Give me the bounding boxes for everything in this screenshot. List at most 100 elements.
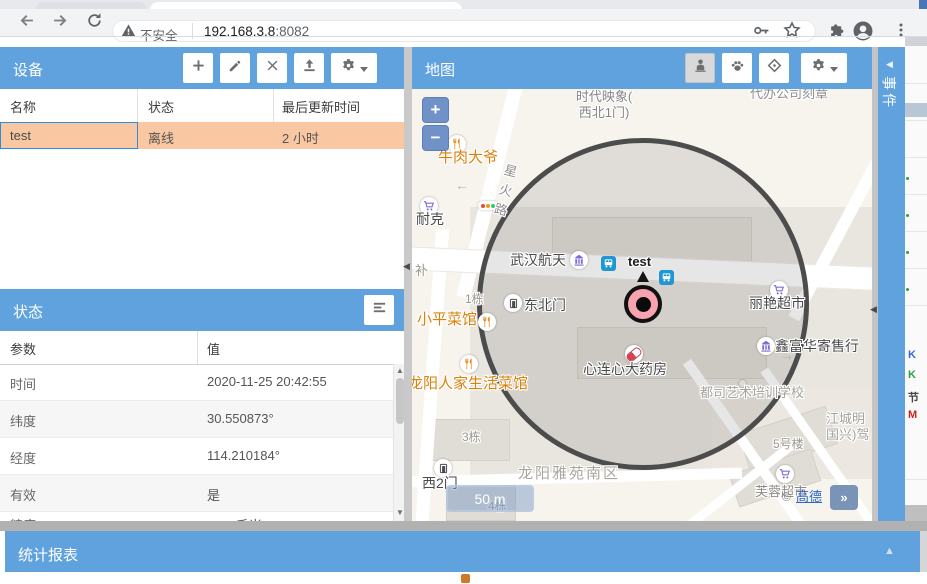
paw-icon: [730, 58, 745, 78]
browser-toolbar: 不安全 192.168.3.8:8082: [0, 9, 927, 36]
selected-cell-outline: [0, 122, 138, 149]
sliver-band: [905, 37, 927, 46]
scroll-up-icon[interactable]: ▲: [396, 367, 404, 375]
status-row-lat: 纬度 30.550873°: [0, 401, 393, 438]
marker-dot: [636, 297, 651, 312]
clipped-poi-icon: [461, 574, 470, 583]
device-panel-title: 设备: [13, 59, 43, 80]
sliver-selected-row: [905, 103, 927, 117]
amap-attribution-link[interactable]: 高德: [796, 489, 822, 505]
device-settings-button[interactable]: [331, 53, 377, 83]
collapse-right-icon[interactable]: ◀: [870, 305, 877, 314]
device-marker[interactable]: [624, 285, 662, 323]
bus-stop-icon: [659, 270, 674, 285]
expand-events-icon[interactable]: ◀: [886, 59, 893, 70]
bookmark-star-icon[interactable]: [783, 21, 801, 44]
reload-icon[interactable]: [86, 12, 103, 34]
password-key-icon[interactable]: [753, 22, 770, 44]
status-row-time: 时间 2020-11-25 20:42:55: [0, 364, 393, 401]
add-device-button[interactable]: [183, 53, 213, 83]
expand-reports-icon[interactable]: ▲: [884, 545, 895, 557]
events-panel-collapsed[interactable]: ◀: [878, 47, 905, 521]
map-scale-bar: 50 m: [446, 485, 534, 512]
upload-icon: [302, 58, 317, 78]
left-map-splitter[interactable]: ◀: [404, 47, 412, 521]
sliver-letter: K: [908, 349, 916, 361]
extensions-puzzle-icon[interactable]: [829, 22, 846, 44]
status-panel-header: 状态: [0, 289, 404, 331]
bottom-white-strip: [0, 572, 927, 584]
zoom-out-button[interactable]: −: [422, 125, 449, 151]
bottom-splitter[interactable]: [0, 521, 927, 531]
status-row-lon: 经度 114.210184°: [0, 438, 393, 475]
collapse-left-icon[interactable]: ◀: [403, 262, 410, 271]
device-table-header: 名称 状态 最后更新时间: [0, 89, 404, 123]
device-status-cell[interactable]: 离线: [148, 128, 174, 147]
cross-icon: [266, 59, 279, 77]
pencil-icon: [228, 59, 242, 78]
device-panel-header: 设备: [0, 47, 404, 89]
map-poi-label: 丽艳超市: [749, 295, 805, 312]
map-settings-button[interactable]: [801, 53, 847, 83]
map-poi-label: 耐克: [416, 211, 444, 228]
zoom-in-button[interactable]: +: [422, 97, 449, 123]
upload-button[interactable]: [294, 53, 324, 83]
scrollbar-thumb[interactable]: [396, 378, 404, 424]
map-poi-label: 1栋: [465, 292, 484, 306]
geofence-target-button[interactable]: [759, 53, 789, 83]
status-scrollbar[interactable]: ▲ ▼: [393, 364, 404, 521]
scroll-down-icon[interactable]: ▼: [396, 509, 404, 517]
status-value: 114.210184°: [207, 448, 280, 463]
events-panel-title[interactable]: 事件: [879, 76, 899, 110]
back-icon[interactable]: [18, 12, 35, 34]
edit-device-button[interactable]: [220, 53, 250, 83]
device-col-status[interactable]: 状态: [148, 97, 174, 116]
map-poi-label: 牛肉大爷: [438, 149, 498, 167]
status-value: 2020-11-25 20:42:55: [207, 374, 327, 389]
gear-icon: [811, 58, 826, 78]
device-table-row[interactable]: test 离线 2 小时: [0, 122, 404, 149]
sliver-letter: K: [908, 369, 916, 381]
status-panel-title: 状态: [13, 301, 43, 322]
screen: 不安全 192.168.3.8:8082 设备: [0, 0, 927, 584]
shop-cart-icon: [776, 465, 794, 483]
sliver-band: [905, 505, 927, 521]
caret-down-icon: [830, 59, 838, 77]
map-poi-label: 3栋: [462, 430, 481, 444]
status-row-valid: 有效 是: [0, 475, 393, 512]
map-poi-label: 心连心大药房: [583, 361, 667, 378]
security-label[interactable]: 不安全: [140, 25, 178, 44]
status-param: 纬度: [10, 411, 36, 430]
map-poi-label: 都司艺术培训学校: [700, 385, 804, 401]
marker-label: test: [628, 254, 651, 269]
status-value: 是: [207, 485, 220, 504]
bus-stop-icon: [601, 256, 616, 271]
restaurant-icon: [478, 313, 496, 331]
remove-device-button[interactable]: [257, 53, 287, 83]
sliver-letter: M: [908, 409, 917, 421]
road-arrow-icon: ←: [455, 177, 469, 194]
crosshair-diamond-icon: [767, 58, 782, 78]
attribution-expand-button[interactable]: »: [830, 485, 858, 510]
map-poi-label: 鑫富华寄售行: [775, 338, 859, 355]
map-poi-label: 东北门: [524, 297, 566, 314]
security-warning-icon[interactable]: [121, 23, 136, 43]
status-col-value[interactable]: 值: [207, 339, 220, 358]
background-window-sliver: K K 节 M: [905, 37, 927, 521]
animal-tracks-button[interactable]: [722, 53, 752, 83]
browser-tab-inactive[interactable]: [36, 2, 146, 9]
map-canvas[interactable]: ← → 时代映象( 西北1门) 代办公司刻章 牛肉大爷 星火路 耐克 补 武汉航…: [412, 89, 872, 521]
device-lastupdate-cell[interactable]: 2 小时: [282, 128, 319, 147]
column-separator: [273, 89, 274, 122]
profile-avatar-icon[interactable]: [853, 21, 873, 46]
status-col-param[interactable]: 参数: [10, 339, 36, 358]
forward-icon[interactable]: [52, 12, 69, 34]
reports-bar[interactable]: 统计报表 ▲: [5, 531, 920, 572]
device-col-lastupdate[interactable]: 最后更新时间: [282, 97, 360, 116]
column-separator: [137, 89, 138, 122]
status-menu-button[interactable]: [364, 295, 394, 325]
device-col-name[interactable]: 名称: [10, 97, 36, 116]
status-table-header: 参数 值: [0, 331, 404, 365]
follow-device-button[interactable]: [685, 53, 715, 83]
company-building-icon: [570, 251, 588, 269]
